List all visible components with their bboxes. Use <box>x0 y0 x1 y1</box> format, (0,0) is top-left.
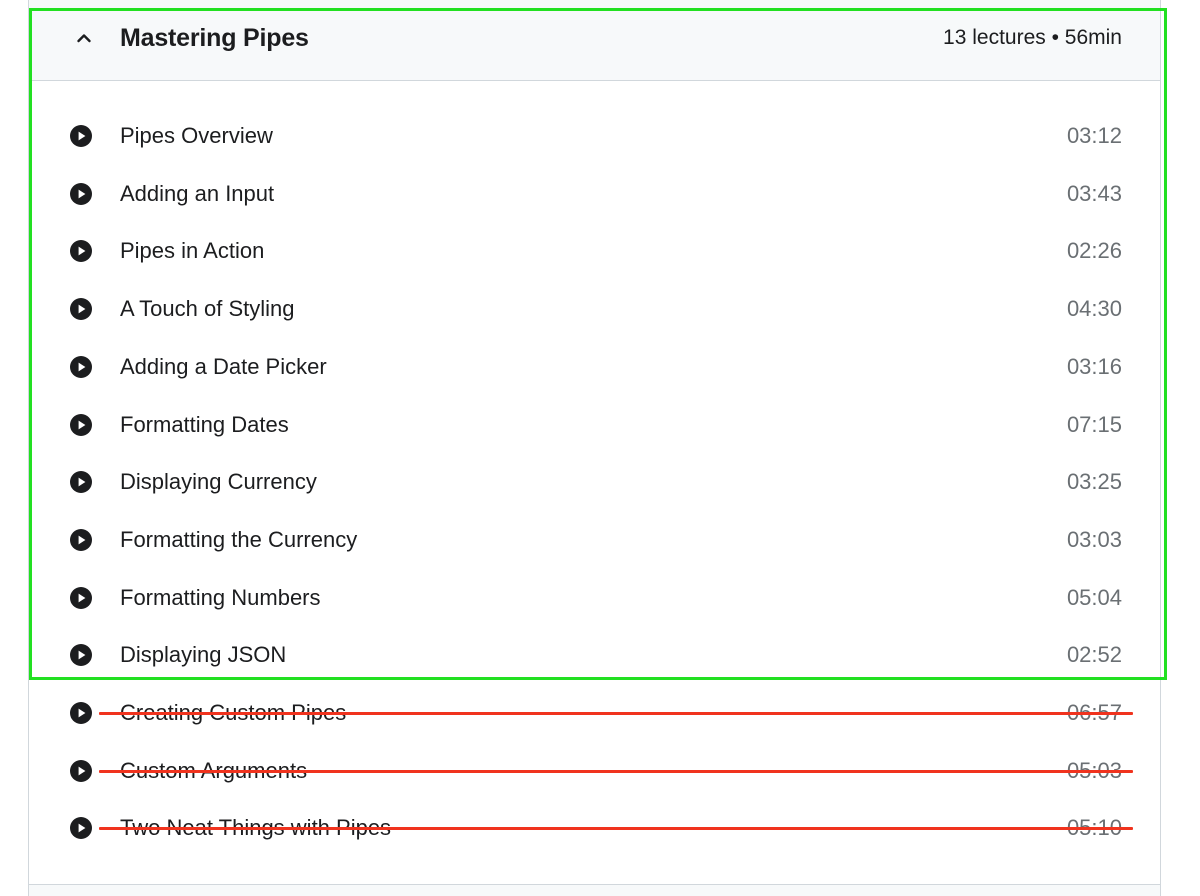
lecture-duration: 03:16 <box>1066 354 1122 379</box>
lecture-title[interactable]: Adding an Input <box>120 179 274 209</box>
play-circle-icon[interactable] <box>70 644 92 666</box>
lecture-item[interactable]: Pipes Overview 03:12 <box>29 115 1160 159</box>
play-circle-icon[interactable] <box>70 298 92 320</box>
lecture-duration: 03:25 <box>1066 469 1122 494</box>
lecture-duration: 02:26 <box>1066 238 1122 263</box>
chevron-up-icon[interactable] <box>72 26 96 50</box>
lecture-duration: 03:12 <box>1066 123 1122 148</box>
lecture-item[interactable]: Creating Custom Pipes 06:57 <box>29 692 1160 736</box>
play-circle-icon[interactable] <box>70 817 92 839</box>
lecture-item[interactable]: Adding a Date Picker 03:16 <box>29 346 1160 390</box>
lecture-title[interactable]: Pipes Overview <box>120 121 273 151</box>
lecture-item[interactable]: Displaying Currency 03:25 <box>29 461 1160 505</box>
play-circle-icon[interactable] <box>70 125 92 147</box>
lecture-item[interactable]: Formatting the Currency 03:03 <box>29 519 1160 563</box>
lecture-item[interactable]: Adding an Input 03:43 <box>29 173 1160 217</box>
play-circle-icon[interactable] <box>70 183 92 205</box>
lecture-item[interactable]: Formatting Dates 07:15 <box>29 404 1160 448</box>
section-title: Mastering Pipes <box>120 24 309 52</box>
lecture-item[interactable]: A Touch of Styling 04:30 <box>29 288 1160 332</box>
course-curriculum: Mastering Pipes 13 lectures • 56min Pipe… <box>0 0 1200 896</box>
lecture-item[interactable]: Displaying JSON 02:52 <box>29 634 1160 678</box>
lecture-item[interactable]: Formatting Numbers 05:04 <box>29 577 1160 621</box>
play-circle-icon[interactable] <box>70 702 92 724</box>
curriculum-section: Mastering Pipes 13 lectures • 56min Pipe… <box>28 0 1161 896</box>
lecture-title[interactable]: Formatting Numbers <box>120 583 321 613</box>
next-section-divider <box>29 884 1160 896</box>
lecture-title[interactable]: A Touch of Styling <box>120 294 295 324</box>
section-meta: 13 lectures • 56min <box>943 26 1122 49</box>
lecture-duration: 07:15 <box>1066 412 1122 437</box>
lecture-item[interactable]: Two Neat Things with Pipes 05:10 <box>29 807 1160 851</box>
play-circle-icon[interactable] <box>70 240 92 262</box>
play-circle-icon[interactable] <box>70 471 92 493</box>
lecture-title[interactable]: Displaying Currency <box>120 467 317 497</box>
play-circle-icon[interactable] <box>70 760 92 782</box>
lecture-title[interactable]: Pipes in Action <box>120 236 264 266</box>
lecture-title[interactable]: Adding a Date Picker <box>120 352 327 382</box>
lecture-title[interactable]: Formatting Dates <box>120 410 289 440</box>
lecture-duration: 02:52 <box>1066 642 1122 667</box>
lecture-duration: 04:30 <box>1066 296 1122 321</box>
lecture-title[interactable]: Displaying JSON <box>120 640 286 670</box>
play-circle-icon[interactable] <box>70 587 92 609</box>
play-circle-icon[interactable] <box>70 414 92 436</box>
lecture-item[interactable]: Pipes in Action 02:26 <box>29 230 1160 274</box>
strikethrough-line <box>99 827 1133 830</box>
lecture-duration: 03:43 <box>1066 181 1122 206</box>
strikethrough-line <box>99 770 1133 773</box>
lecture-duration: 05:04 <box>1066 585 1122 610</box>
lecture-duration: 03:03 <box>1066 527 1122 552</box>
section-header[interactable]: Mastering Pipes 13 lectures • 56min <box>29 0 1160 81</box>
strikethrough-line <box>99 712 1133 715</box>
lecture-item[interactable]: Custom Arguments 05:03 <box>29 750 1160 794</box>
lecture-title[interactable]: Formatting the Currency <box>120 525 357 555</box>
play-circle-icon[interactable] <box>70 356 92 378</box>
play-circle-icon[interactable] <box>70 529 92 551</box>
